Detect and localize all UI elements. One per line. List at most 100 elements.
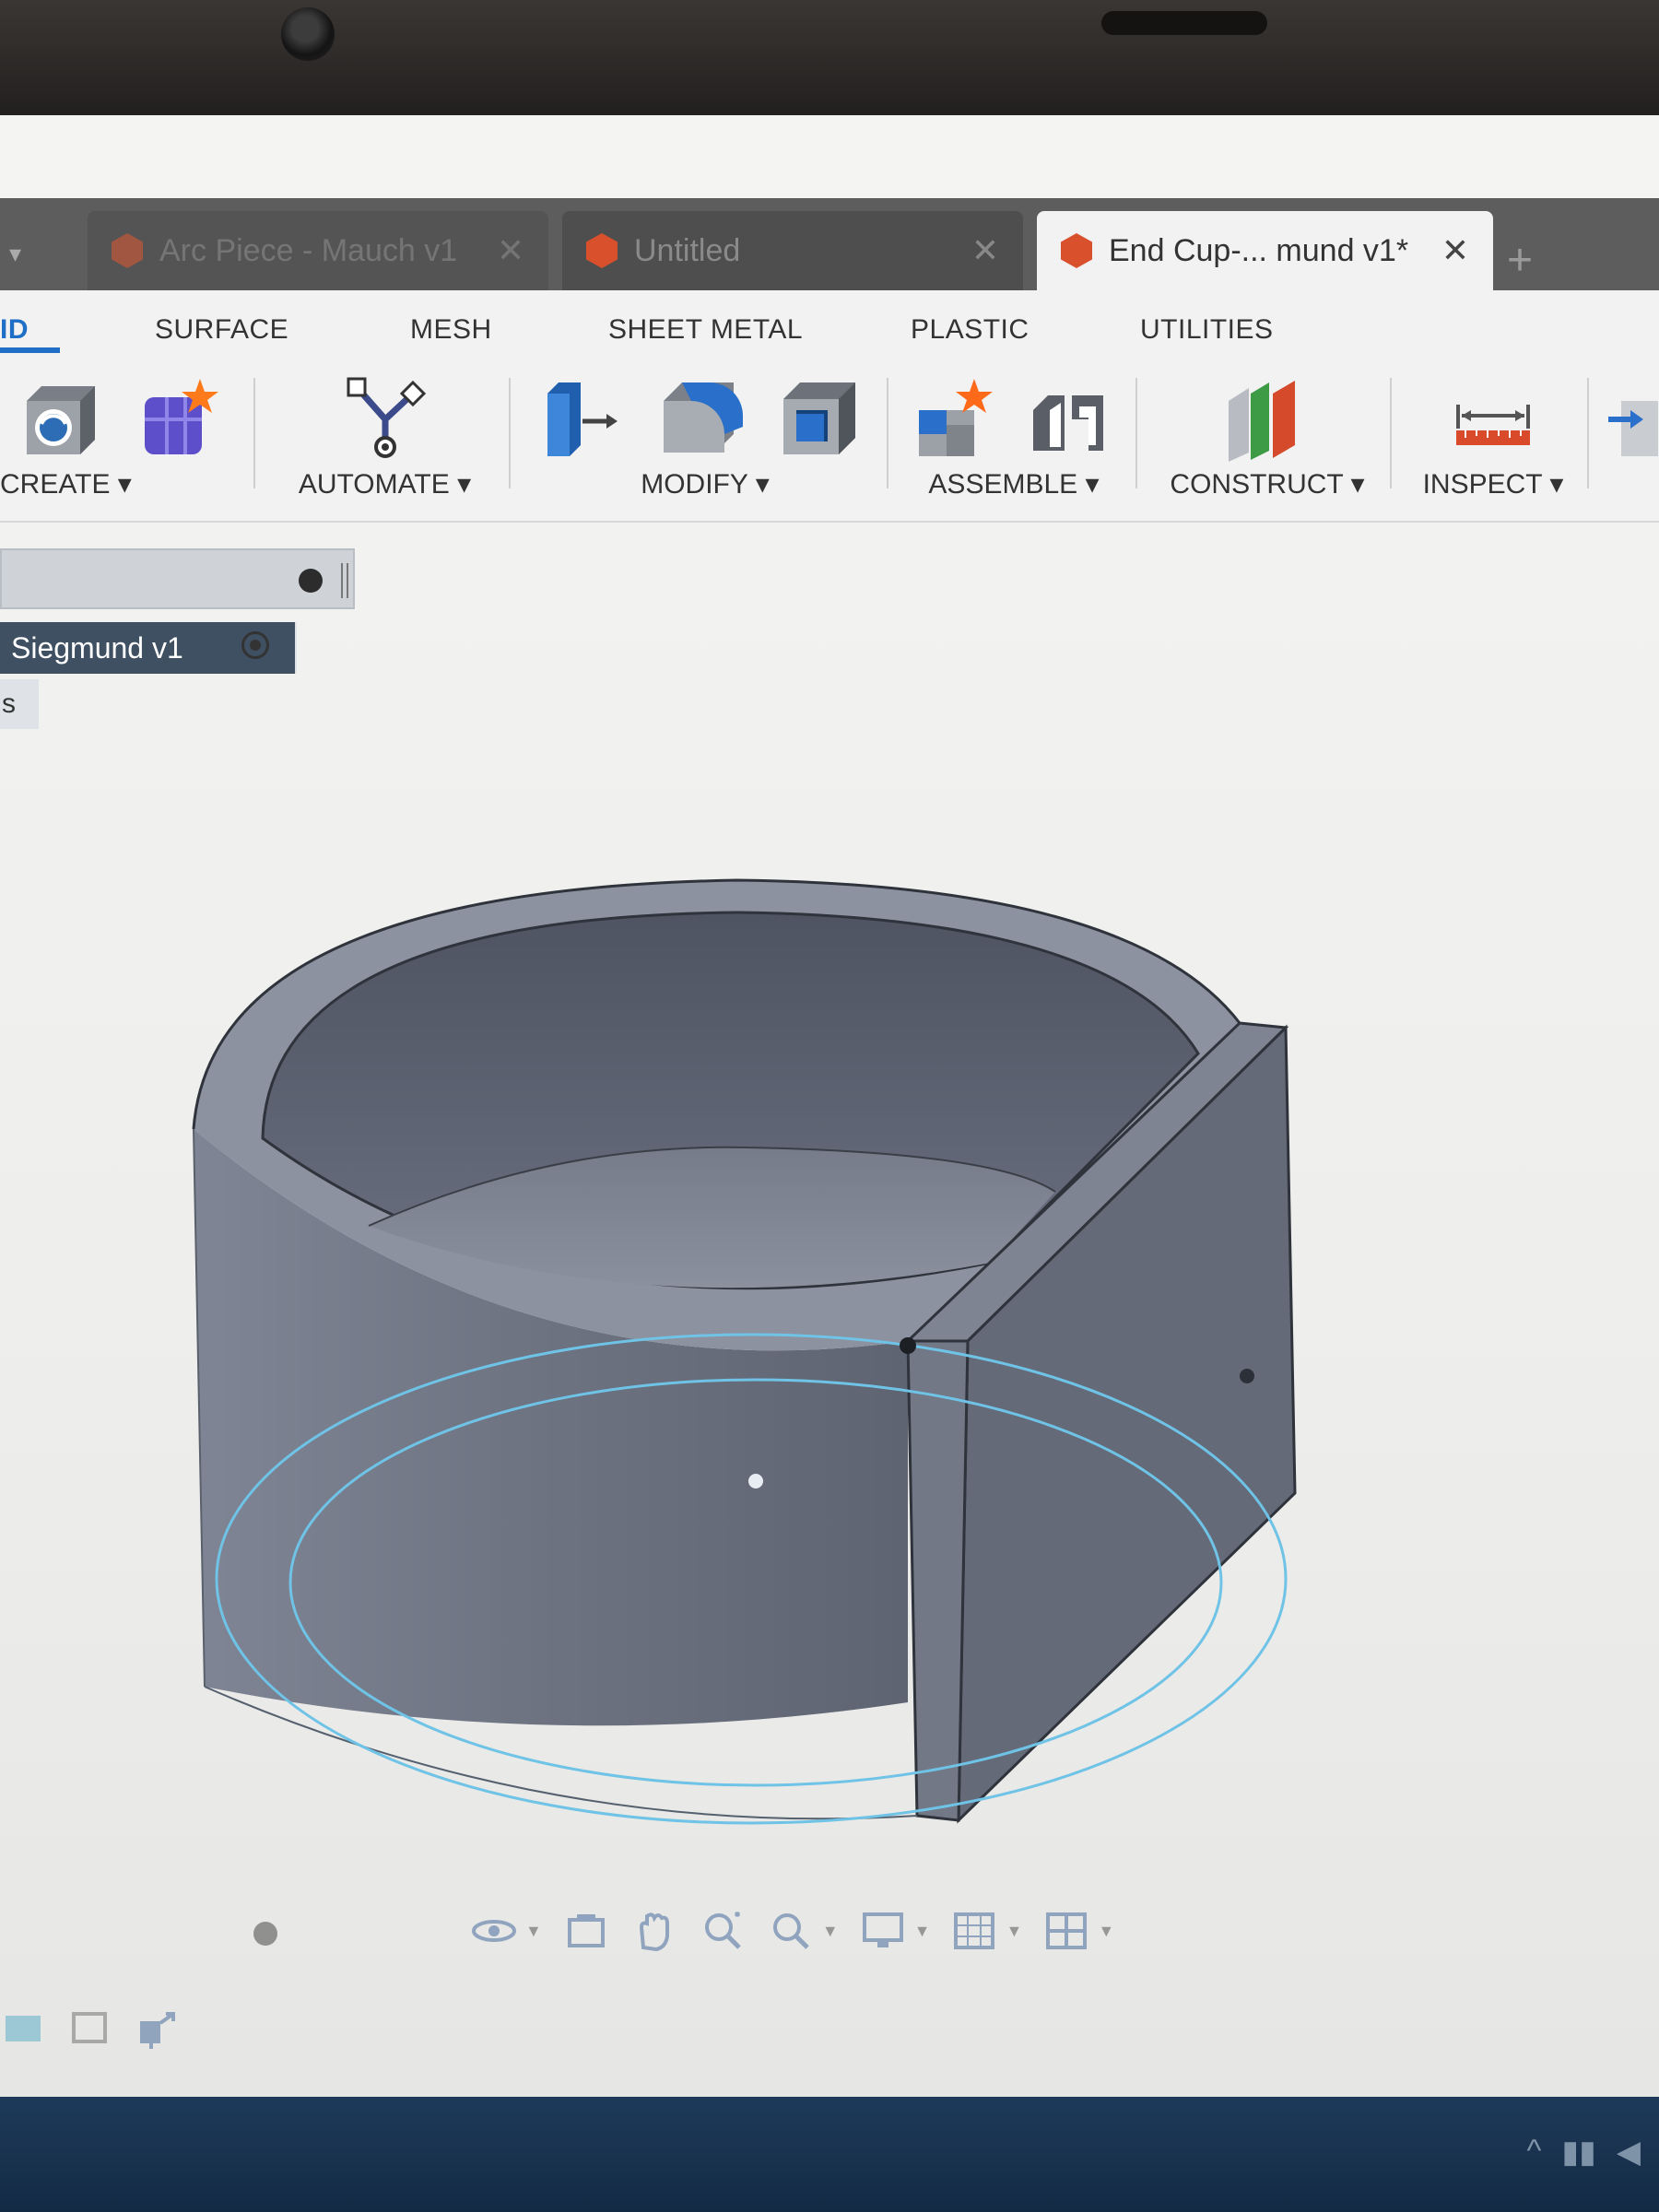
tab-end-cup[interactable]: End Cup-... mund v1* ✕: [1037, 211, 1493, 290]
automate-group: AUTOMATE ▾: [267, 355, 502, 521]
create-menu[interactable]: CREATE ▾: [0, 468, 244, 500]
tab-label: Arc Piece - Mauch v1: [159, 232, 458, 268]
plane-icon[interactable]: [66, 2005, 112, 2051]
panel-grip-icon[interactable]: [341, 563, 348, 598]
modify-group: MODIFY ▾: [525, 355, 885, 521]
construct-group: CONSTRUCT ▾: [1152, 355, 1382, 521]
active-tab-underline: [0, 347, 60, 353]
new-tab-plus-icon[interactable]: +: [1507, 235, 1533, 286]
modify-menu[interactable]: MODIFY ▾: [525, 468, 885, 500]
os-taskbar: ^ ▮▮ ◀: [0, 2097, 1659, 2212]
extrude-icon[interactable]: [133, 2005, 179, 2051]
tray-network-icon[interactable]: ▮▮: [1561, 2134, 1595, 2171]
toolbar-ribbon: CREATE ▾ AUTOMATE ▾ MODIFY ▾ ASSEMBLE ▾ …: [0, 355, 1659, 523]
document-icon: [112, 233, 143, 268]
construct-plane-icon[interactable]: [1221, 373, 1310, 462]
sketch-circle-outer: [215, 1333, 1288, 1825]
create-group: CREATE ▾: [0, 355, 244, 521]
chevron-down-icon[interactable]: ▼: [525, 1922, 542, 1941]
navigation-toolbar: ▼ ▼ ▼ ▼ ▼: [470, 1894, 1114, 1968]
tab-solid[interactable]: ID: [0, 314, 29, 346]
inspect-group: INSPECT ▾: [1401, 355, 1585, 521]
browser-root-label: Siegmund v1: [11, 630, 183, 665]
chevron-down-icon[interactable]: ▼: [1006, 1922, 1022, 1941]
ribbon-divider: [253, 378, 255, 488]
activate-radio-icon[interactable]: [241, 631, 269, 659]
fusion-window: ▾ Arc Piece - Mauch v1 ✕ Untitled ✕ End …: [0, 115, 1659, 2097]
chevron-down-icon[interactable]: ▼: [914, 1922, 931, 1941]
display-settings-icon[interactable]: [859, 1907, 907, 1955]
create-form-icon[interactable]: [134, 373, 222, 462]
document-tab-bar: ▾ Arc Piece - Mauch v1 ✕ Untitled ✕ End …: [0, 198, 1659, 290]
tab-plastic[interactable]: PLASTIC: [911, 314, 1030, 346]
tab-arc-piece[interactable]: Arc Piece - Mauch v1 ✕: [88, 211, 548, 290]
chevron-down-icon[interactable]: ▼: [1098, 1922, 1114, 1941]
ribbon-category-tabs: ID SURFACE MESH SHEET METAL PLASTIC UTIL…: [0, 290, 1659, 355]
flat-wall-top: [904, 1021, 1289, 1343]
fit-icon[interactable]: [767, 1907, 815, 1955]
origin-point: [748, 1474, 763, 1488]
cup-rim: [194, 880, 1240, 1351]
cup-outer-wall: [194, 1129, 908, 1726]
document-icon: [586, 233, 618, 268]
viewports-icon[interactable]: [1042, 1907, 1090, 1955]
ribbon-divider: [509, 378, 511, 488]
tab-untitled[interactable]: Untitled ✕: [562, 211, 1023, 290]
tab-label: End Cup-... mund v1*: [1109, 232, 1409, 268]
sketch-circle-inner: [288, 1378, 1223, 1787]
orbit-icon[interactable]: [470, 1907, 518, 1955]
flat-wall-face: [957, 1024, 1297, 1824]
chevron-down-icon[interactable]: ▼: [822, 1922, 839, 1941]
monitor-bezel: [0, 0, 1659, 129]
tab-mesh[interactable]: MESH: [410, 314, 492, 346]
zoom-icon[interactable]: [699, 1907, 747, 1955]
tab-utilities[interactable]: UTILITIES: [1140, 314, 1274, 346]
timeline-bar: [0, 1986, 179, 2069]
new-component-icon[interactable]: [14, 373, 102, 462]
flat-wall-side: [906, 1339, 970, 1822]
automate-menu[interactable]: AUTOMATE ▾: [267, 468, 502, 500]
press-pull-icon[interactable]: [535, 373, 623, 462]
fillet-icon[interactable]: [654, 373, 743, 462]
bezel-slot: [1101, 11, 1267, 35]
timeline-marker-icon[interactable]: [253, 1922, 277, 1946]
close-icon[interactable]: ✕: [497, 231, 524, 270]
assemble-menu[interactable]: ASSEMBLE ▾: [899, 468, 1129, 500]
insert-icon[interactable]: [1608, 392, 1659, 465]
ribbon-divider: [1587, 378, 1589, 488]
tray-volume-icon[interactable]: ◀: [1617, 2134, 1641, 2171]
webcam: [281, 7, 335, 61]
joint-icon[interactable]: [1024, 373, 1112, 462]
construct-menu[interactable]: CONSTRUCT ▾: [1152, 468, 1382, 500]
new-component-assemble-icon[interactable]: [913, 373, 1002, 462]
measure-icon[interactable]: [1449, 382, 1537, 471]
tray-chevron-icon[interactable]: ^: [1526, 2134, 1541, 2171]
pan-icon[interactable]: [630, 1907, 678, 1955]
cup-inner-wall: [261, 911, 1200, 1290]
ribbon-divider: [887, 378, 888, 488]
tab-label: Untitled: [634, 232, 741, 268]
browser-sub-node[interactable]: s: [0, 679, 39, 729]
cup-floor: [369, 1147, 1055, 1288]
ribbon-divider: [1390, 378, 1392, 488]
tab-sheet-metal[interactable]: SHEET METAL: [608, 314, 803, 346]
sketch-icon[interactable]: [0, 2005, 46, 2051]
automate-icon[interactable]: [341, 373, 429, 462]
assemble-group: ASSEMBLE ▾: [899, 355, 1129, 521]
close-icon[interactable]: ✕: [1441, 231, 1469, 270]
ribbon-divider: [1135, 378, 1137, 488]
collapse-icon[interactable]: [299, 569, 323, 593]
browser-panel-header[interactable]: [0, 548, 355, 609]
grid-icon[interactable]: [950, 1907, 998, 1955]
shell-icon[interactable]: [774, 373, 863, 462]
sketch-point: [1240, 1369, 1254, 1383]
document-icon: [1061, 233, 1092, 268]
tab-surface[interactable]: SURFACE: [155, 314, 288, 346]
browser-sub-label: s: [2, 688, 16, 719]
sketch-point: [900, 1337, 916, 1354]
close-icon[interactable]: ✕: [971, 231, 999, 270]
system-tray: ^ ▮▮ ◀: [1526, 2134, 1641, 2171]
inspect-menu[interactable]: INSPECT ▾: [1401, 468, 1585, 500]
look-at-icon[interactable]: [562, 1907, 610, 1955]
tab-menu-chevron-icon[interactable]: ▾: [9, 240, 21, 268]
